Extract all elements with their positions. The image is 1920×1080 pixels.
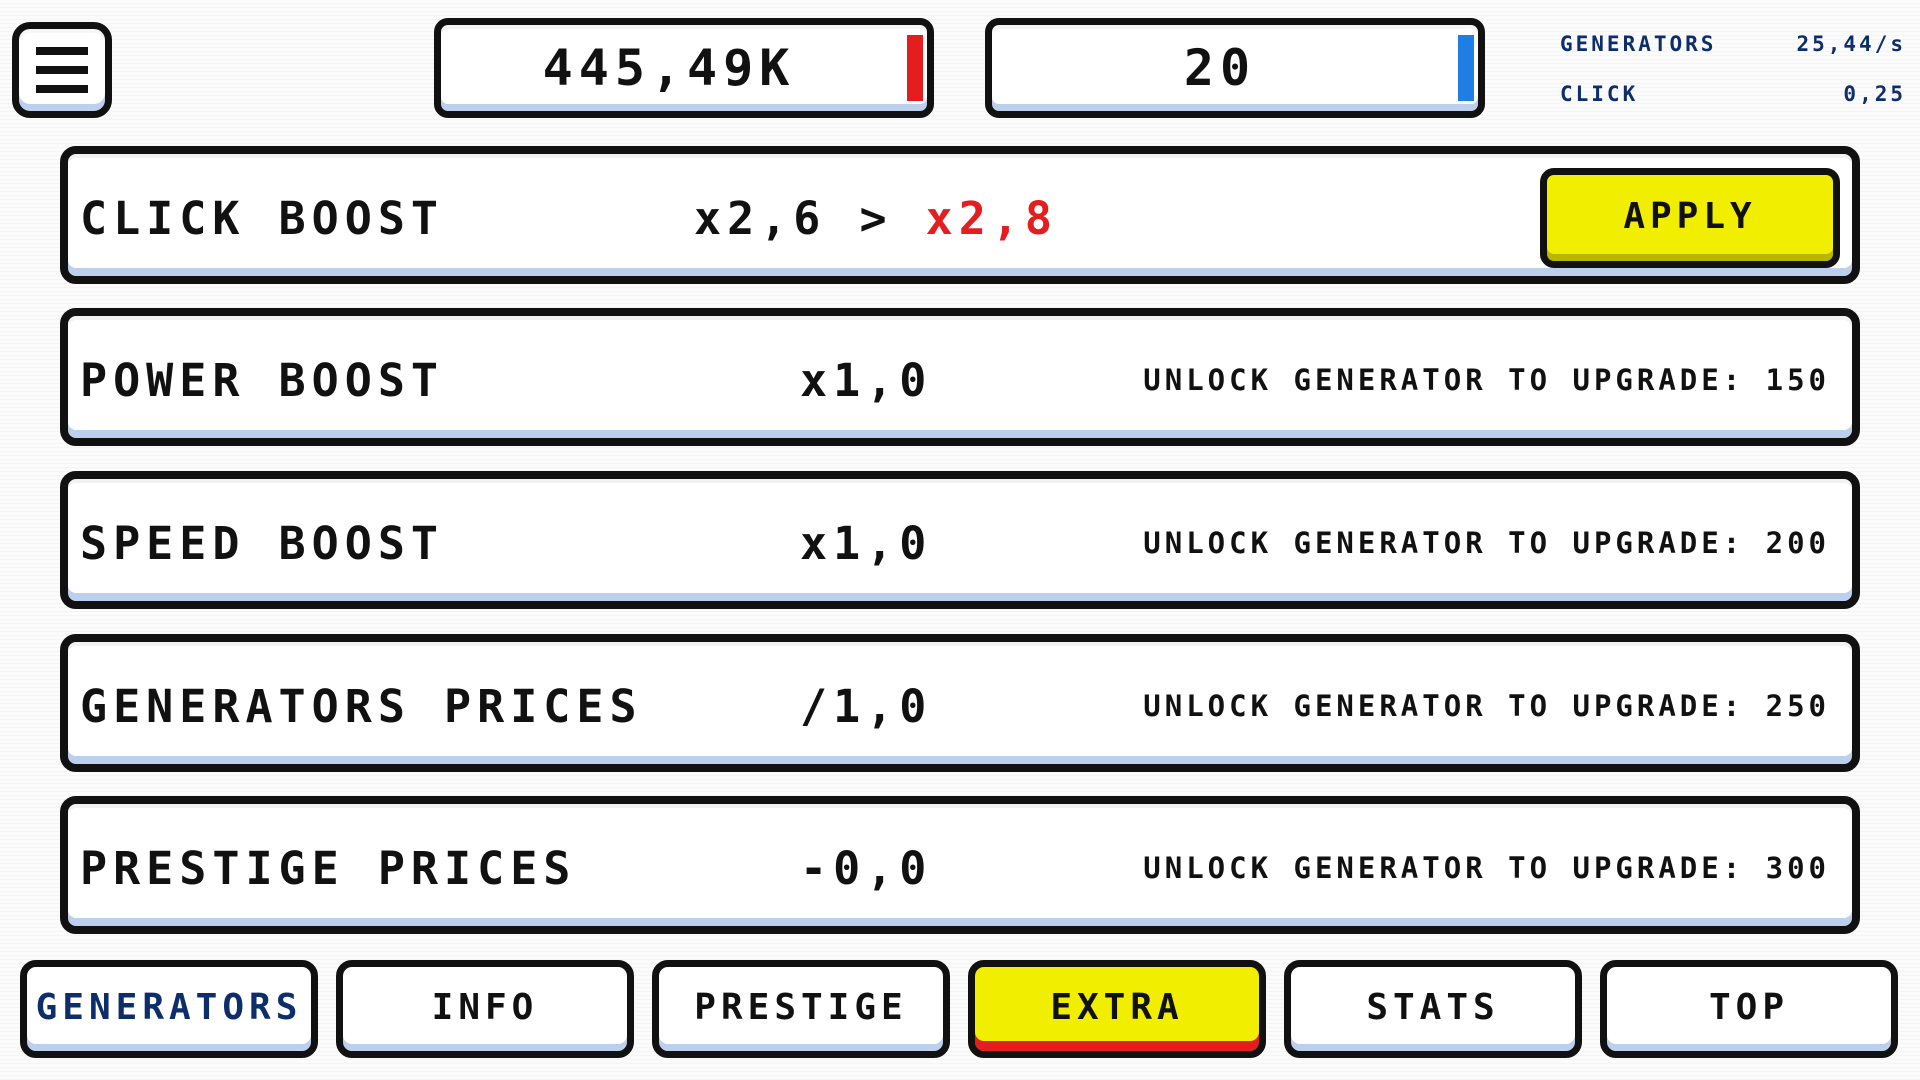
upgrade-name: CLICK BOOST: [80, 192, 445, 245]
upgrade-row-prestige-prices: PRESTIGE PRICES -0,0 UNLOCK GENERATOR TO…: [60, 796, 1860, 934]
menu-button[interactable]: [12, 22, 112, 118]
tab-stats-label: STATS: [1366, 987, 1500, 1028]
prestige-accent-bar: [1458, 35, 1474, 101]
upgrade-name: POWER BOOST: [80, 354, 445, 407]
stat-click-label: CLICK: [1560, 82, 1639, 106]
prestige-points-display: 20: [985, 18, 1485, 118]
stat-generators-value: 25,44/s: [1796, 32, 1906, 56]
tab-prestige-label: PRESTIGE: [694, 987, 908, 1028]
apply-button-label: APPLY: [1623, 196, 1757, 237]
currency-display: 445,49K: [434, 18, 934, 118]
upgrade-row-power-boost: POWER BOOST x1,0 UNLOCK GENERATOR TO UPG…: [60, 308, 1860, 446]
upgrade-value: x1,0: [800, 354, 933, 407]
tab-extra[interactable]: EXTRA: [968, 960, 1266, 1058]
tab-info-label: INFO: [431, 987, 539, 1028]
upgrade-unlock-text: UNLOCK GENERATOR TO UPGRADE: 250: [1143, 689, 1830, 723]
tab-prestige[interactable]: PRESTIGE: [652, 960, 950, 1058]
upgrade-row-click-boost: CLICK BOOST x2,6 > x2,8 APPLY: [60, 146, 1860, 284]
upgrade-current-value: x2,6 > x2,8: [694, 192, 1058, 245]
tab-generators[interactable]: GENERATORS: [20, 960, 318, 1058]
currency-value: 445,49K: [542, 39, 796, 97]
stat-generators-label: GENERATORS: [1560, 32, 1717, 56]
currency-accent-bar: [907, 35, 923, 101]
tab-info[interactable]: INFO: [336, 960, 634, 1058]
upgrade-name: PRESTIGE PRICES: [80, 842, 577, 895]
upgrade-name: SPEED BOOST: [80, 517, 445, 570]
upgrade-value: /1,0: [800, 680, 933, 733]
tab-top[interactable]: TOP: [1600, 960, 1898, 1058]
tab-stats[interactable]: STATS: [1284, 960, 1582, 1058]
upgrade-row-generators-prices: GENERATORS PRICES /1,0 UNLOCK GENERATOR …: [60, 634, 1860, 772]
tab-extra-label: EXTRA: [1050, 987, 1184, 1028]
stat-click-value: 0,25: [1843, 82, 1906, 106]
next-value-text: x2,8: [925, 192, 1059, 245]
upgrade-unlock-text: UNLOCK GENERATOR TO UPGRADE: 150: [1143, 363, 1830, 397]
upgrade-value: -0,0: [800, 842, 933, 895]
upgrade-unlock-text: UNLOCK GENERATOR TO UPGRADE: 300: [1143, 851, 1830, 885]
apply-button[interactable]: APPLY: [1540, 168, 1840, 268]
tab-generators-label: GENERATORS: [35, 987, 303, 1028]
prestige-points-value: 20: [1183, 39, 1257, 97]
tab-top-label: TOP: [1708, 987, 1790, 1028]
upgrade-name: GENERATORS PRICES: [80, 680, 643, 733]
current-value-text: x2,6 >: [694, 192, 893, 245]
upgrade-row-speed-boost: SPEED BOOST x1,0 UNLOCK GENERATOR TO UPG…: [60, 471, 1860, 609]
upgrade-value: x1,0: [800, 517, 933, 570]
upgrade-unlock-text: UNLOCK GENERATOR TO UPGRADE: 200: [1143, 526, 1830, 560]
